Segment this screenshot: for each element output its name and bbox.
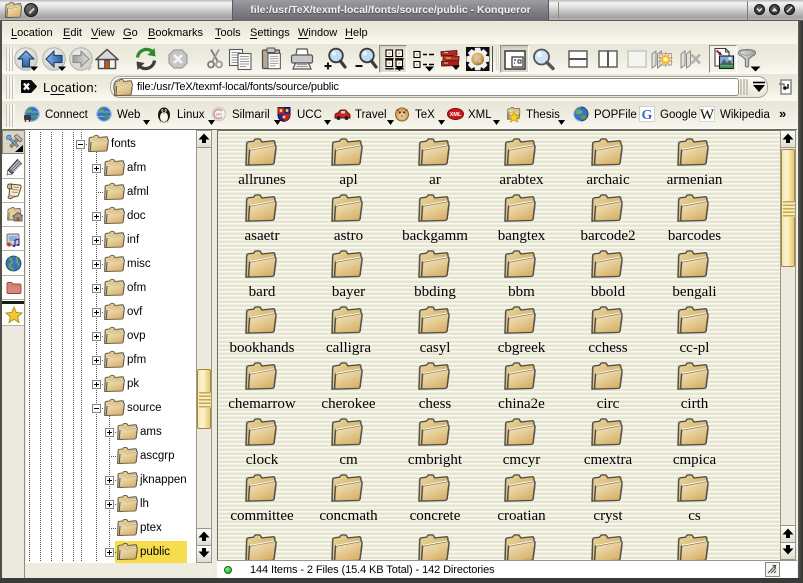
svg-text:XML: XML <box>450 112 462 118</box>
svg-text:silm: silm <box>216 113 222 117</box>
svg-text:W: W <box>700 107 715 123</box>
svg-text:K: K <box>474 54 482 66</box>
svg-text:G: G <box>642 108 653 123</box>
